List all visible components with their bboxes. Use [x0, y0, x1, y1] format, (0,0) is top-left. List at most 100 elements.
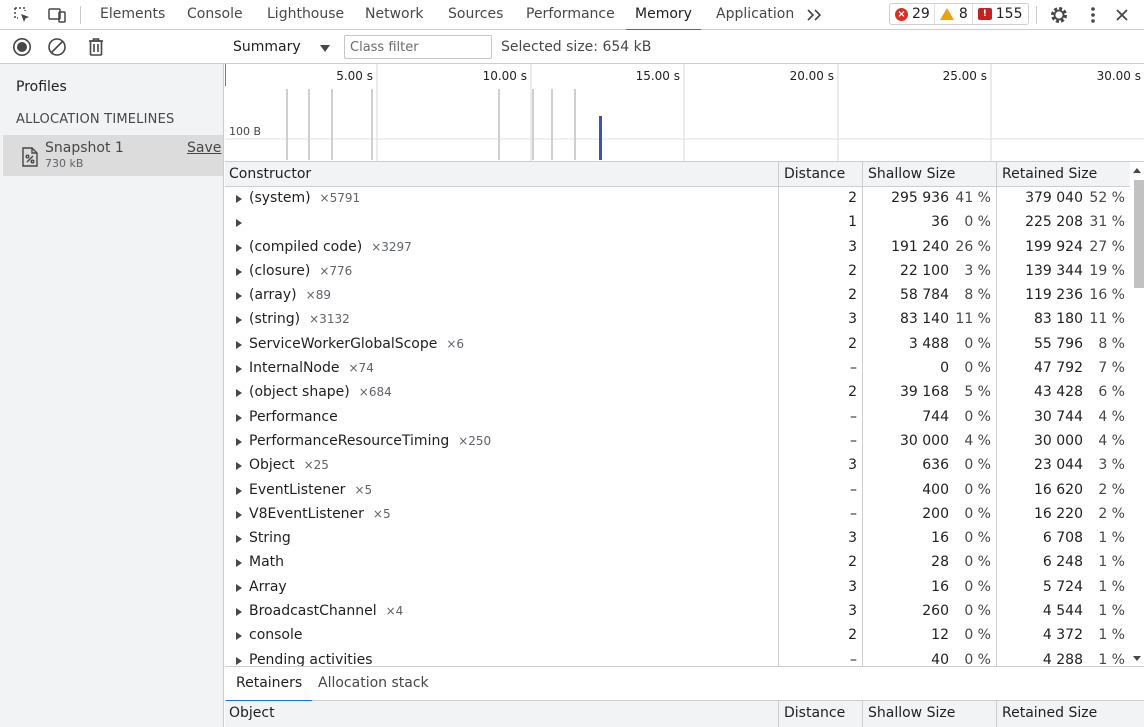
column-header-shallow-size[interactable]: Shallow Size [864, 701, 955, 726]
table-row[interactable]: String 3 16 0 % 6 708 1 % [225, 527, 1130, 551]
profiles-sidebar: Profiles ALLOCATION TIMELINES Snapshot 1… [0, 64, 224, 727]
garbage-collect-icon[interactable] [85, 36, 107, 58]
expand-arrow-icon[interactable] [236, 437, 242, 446]
more-options-icon[interactable] [1082, 4, 1104, 26]
table-row[interactable]: Object ×25 3 636 0 % 23 044 3 % [225, 454, 1130, 478]
close-devtools-icon[interactable] [1111, 4, 1133, 26]
retained-size-value: 119 236 [1025, 287, 1083, 304]
expand-arrow-icon[interactable] [236, 535, 242, 544]
clear-profiles-icon[interactable] [46, 36, 68, 58]
table-row[interactable]: ServiceWorkerGlobalScope ×6 2 3 488 0 % 55 79… [225, 333, 1130, 357]
table-row[interactable]: InternalNode ×74 – 0 0 % 47 792 7 % [225, 357, 1130, 381]
expand-arrow-icon[interactable] [236, 583, 242, 592]
view-mode-select[interactable]: Summary [224, 33, 338, 61]
tab-console[interactable]: Console [187, 0, 243, 30]
snapshot-save-link[interactable]: Save [187, 140, 221, 156]
expand-arrow-icon[interactable] [236, 267, 242, 276]
retained-size-value: 47 792 [1034, 360, 1083, 377]
record-heap-icon[interactable] [11, 36, 33, 58]
table-row[interactable]: (closure) ×776 2 22 100 3 % 139 344 19 % [225, 260, 1130, 284]
tab-application[interactable]: Application [716, 0, 794, 30]
allocation-bar[interactable] [371, 89, 373, 160]
allocation-bar-selected[interactable] [599, 116, 602, 160]
expand-arrow-icon[interactable] [236, 292, 242, 301]
retained-size-percent: 6 % [1098, 384, 1125, 401]
allocation-bar[interactable] [286, 89, 288, 160]
table-row[interactable]: (compiled code) ×3297 3 191 240 26 % 199 924 2… [225, 236, 1130, 260]
expand-arrow-icon[interactable] [236, 243, 242, 252]
device-toolbar-icon[interactable] [46, 4, 68, 26]
distance-value: – [850, 505, 857, 522]
table-row[interactable]: (object shape) ×684 2 39 168 5 % 43 428 6 % [225, 381, 1130, 405]
warning-icon [939, 8, 954, 20]
table-row[interactable]: BroadcastChannel ×4 3 260 0 % 4 544 1 % [225, 600, 1130, 624]
error-count-badge[interactable]: × 29 [890, 4, 934, 24]
expand-arrow-icon[interactable] [236, 389, 242, 398]
column-header-object[interactable]: Object [225, 701, 275, 726]
expand-arrow-icon[interactable] [236, 340, 242, 349]
expand-arrow-icon[interactable] [236, 632, 242, 641]
tab-retainers[interactable]: Retainers [225, 675, 313, 702]
expand-arrow-icon[interactable] [236, 510, 242, 519]
table-row[interactable]: EventListener ×5 – 400 0 % 16 620 2 % [225, 479, 1130, 503]
more-tabs-icon[interactable] [804, 4, 826, 26]
tab-elements[interactable]: Elements [100, 0, 165, 30]
column-header-retained-size[interactable]: Retained Size [998, 162, 1097, 187]
table-row[interactable]: (string) ×3132 3 83 140 11 % 83 180 11 % [225, 308, 1130, 332]
expand-arrow-icon[interactable] [236, 462, 242, 471]
tab-allocation-stack[interactable]: Allocation stack [318, 675, 429, 691]
expand-arrow-icon[interactable] [236, 413, 242, 422]
table-row[interactable]: (array) ×89 2 58 784 8 % 119 236 16 % [225, 284, 1130, 308]
settings-gear-icon[interactable] [1048, 4, 1070, 26]
expand-arrow-icon[interactable] [236, 195, 242, 203]
table-row[interactable]: (system) ×5791 2 295 936 41 % 379 040 52 % [225, 187, 1130, 211]
expand-arrow-icon[interactable] [236, 219, 242, 228]
inspect-element-icon[interactable] [11, 4, 33, 26]
table-row[interactable]: PerformanceResourceTiming ×250 – 30 000 4 % 3… [225, 430, 1130, 454]
table-row[interactable]: 1 36 0 % 225 208 31 % [225, 211, 1130, 235]
table-row[interactable]: V8EventListener ×5 – 200 0 % 16 220 2 % [225, 503, 1130, 527]
expand-arrow-icon[interactable] [236, 608, 242, 617]
expand-arrow-icon[interactable] [236, 559, 242, 568]
tab-lighthouse[interactable]: Lighthouse [267, 0, 344, 30]
retained-size-value: 4 288 [1042, 651, 1083, 667]
tab-memory[interactable]: Memory [626, 0, 701, 31]
column-header-shallow-size[interactable]: Shallow Size [864, 162, 955, 187]
column-header-constructor[interactable]: Constructor [225, 162, 311, 187]
allocation-bar[interactable] [331, 89, 333, 160]
table-row[interactable]: Math 2 28 0 % 6 248 1 % [225, 551, 1130, 575]
allocation-timeline[interactable]: 5.00 s 10.00 s 15.00 s 20.00 s 25.00 s 30.00 … [225, 64, 1144, 162]
allocation-timeline-chart[interactable]: 5.00 s 10.00 s 15.00 s 20.00 s 25.00 s 30.00 … [225, 64, 1144, 162]
retained-size-percent: 1 % [1098, 627, 1125, 644]
issues-counters[interactable]: × 29 8 ! 155 [889, 3, 1029, 25]
expand-arrow-icon[interactable] [236, 486, 242, 495]
issue-count-badge[interactable]: ! 155 [971, 4, 1027, 24]
table-scrollbar[interactable] [1130, 162, 1144, 666]
expand-arrow-icon[interactable] [236, 316, 242, 325]
allocation-bar[interactable] [532, 89, 534, 160]
scroll-down-arrow-icon[interactable] [1133, 656, 1141, 661]
tab-network[interactable]: Network [365, 0, 423, 30]
table-row[interactable]: console 2 12 0 % 4 372 1 % [225, 624, 1130, 648]
warning-count-badge[interactable]: 8 [933, 4, 972, 24]
allocation-bar[interactable] [551, 89, 553, 160]
column-header-retained-size[interactable]: Retained Size [998, 701, 1097, 726]
tab-sources[interactable]: Sources [448, 0, 503, 30]
class-filter-input[interactable] [344, 35, 492, 59]
scroll-up-arrow-icon[interactable] [1133, 168, 1141, 173]
tab-performance[interactable]: Performance [526, 0, 615, 30]
distance-value: – [850, 651, 857, 667]
column-header-distance[interactable]: Distance [780, 701, 845, 726]
scrollbar-thumb[interactable] [1134, 180, 1144, 288]
timeline-tick-label: 5.00 s [336, 69, 373, 83]
snapshot-item[interactable]: Snapshot 1 730 kB Save [3, 135, 223, 176]
expand-arrow-icon[interactable] [236, 656, 242, 665]
allocation-bar[interactable] [574, 89, 576, 160]
table-row[interactable]: Pending activities – 40 0 % 4 288 1 % [225, 649, 1130, 667]
allocation-bar[interactable] [498, 89, 500, 160]
expand-arrow-icon[interactable] [236, 365, 242, 374]
table-row[interactable]: Array 3 16 0 % 5 724 1 % [225, 576, 1130, 600]
column-header-distance[interactable]: Distance [780, 162, 845, 187]
allocation-bar[interactable] [308, 89, 310, 160]
table-row[interactable]: Performance – 744 0 % 30 744 4 % [225, 406, 1130, 430]
